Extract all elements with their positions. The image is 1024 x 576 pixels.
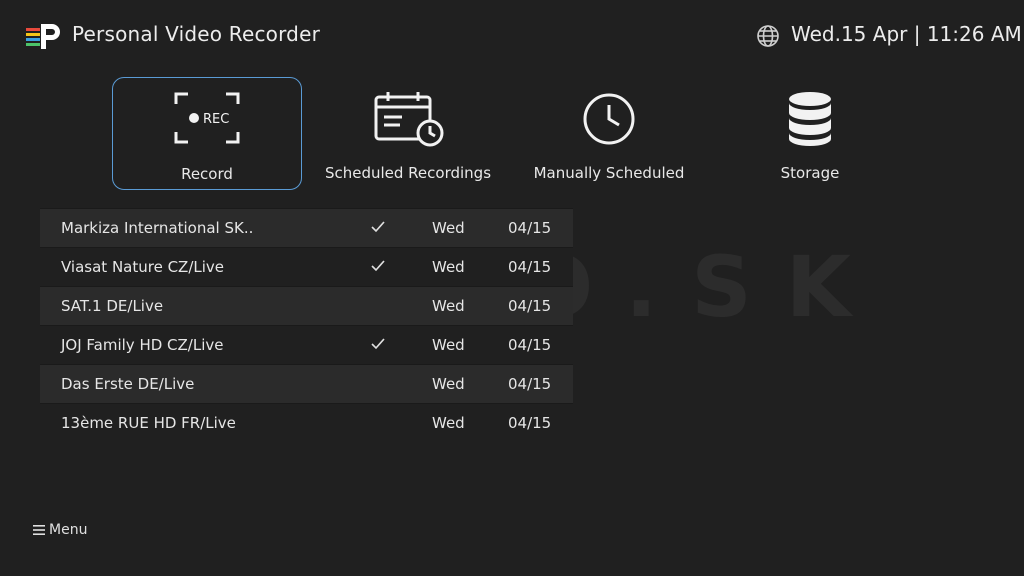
recording-date: 04/15 [508, 297, 552, 315]
check-icon [371, 260, 385, 272]
tab-scheduled-recordings-label: Scheduled Recordings [324, 164, 492, 182]
recording-channel: 13ème RUE HD FR/Live [61, 414, 236, 432]
recording-day: Wed [432, 375, 465, 393]
pvr-screen: Personal Video Recorder Wed.15 Apr | 11:… [0, 0, 1024, 576]
tab-storage[interactable]: Storage [715, 77, 905, 190]
calendar-clock-icon [374, 92, 444, 147]
recording-day: Wed [432, 336, 465, 354]
rec-icon-text: REC [203, 112, 229, 127]
rec-icon: REC [174, 92, 240, 144]
recording-row[interactable]: Markiza International SK.. Wed 04/15 [40, 208, 573, 247]
tab-scheduled-recordings[interactable]: Scheduled Recordings [313, 77, 503, 190]
recording-channel: Viasat Nature CZ/Live [61, 258, 225, 276]
recording-day: Wed [432, 219, 465, 237]
menu-button[interactable]: Menu [33, 522, 87, 538]
recording-channel: Markiza International SK.. [61, 219, 254, 237]
recording-row[interactable]: SAT.1 DE/Live Wed 04/15 [40, 286, 573, 325]
recording-date: 04/15 [508, 375, 552, 393]
tab-record-label: Record [181, 165, 233, 183]
recording-date: 04/15 [508, 219, 552, 237]
recording-date: 04/15 [508, 414, 552, 432]
recording-day: Wed [432, 414, 465, 432]
recording-row[interactable]: Viasat Nature CZ/Live Wed 04/15 [40, 247, 573, 286]
hamburger-icon [33, 525, 45, 535]
app-title: Personal Video Recorder [72, 22, 320, 46]
tab-record[interactable]: REC Record [112, 77, 302, 190]
app-logo-icon [26, 24, 60, 49]
date-time: Wed.15 Apr | 11:26 AM [791, 22, 1022, 46]
recording-channel: Das Erste DE/Live [61, 375, 195, 393]
check-icon [371, 338, 385, 350]
recording-channel: SAT.1 DE/Live [61, 297, 164, 315]
check-icon [371, 221, 385, 233]
recording-date: 04/15 [508, 336, 552, 354]
recording-row[interactable]: JOJ Family HD CZ/Live Wed 04/15 [40, 325, 573, 364]
recording-date: 04/15 [508, 258, 552, 276]
recordings-list: Markiza International SK.. Wed 04/15 Viasat… [40, 208, 573, 442]
recording-row[interactable]: 13ème RUE HD FR/Live Wed 04/15 [40, 403, 573, 442]
tab-storage-label: Storage [780, 164, 840, 182]
menu-label: Menu [49, 522, 88, 538]
database-icon [789, 92, 831, 146]
globe-icon [757, 25, 779, 47]
tab-manually-scheduled-label: Manually Scheduled [533, 164, 685, 182]
tab-manually-scheduled[interactable]: Manually Scheduled [514, 77, 704, 190]
recording-channel: JOJ Family HD CZ/Live [61, 336, 224, 354]
recording-day: Wed [432, 297, 465, 315]
recording-row[interactable]: Das Erste DE/Live Wed 04/15 [40, 364, 573, 403]
clock-icon [583, 93, 635, 145]
recording-day: Wed [432, 258, 465, 276]
